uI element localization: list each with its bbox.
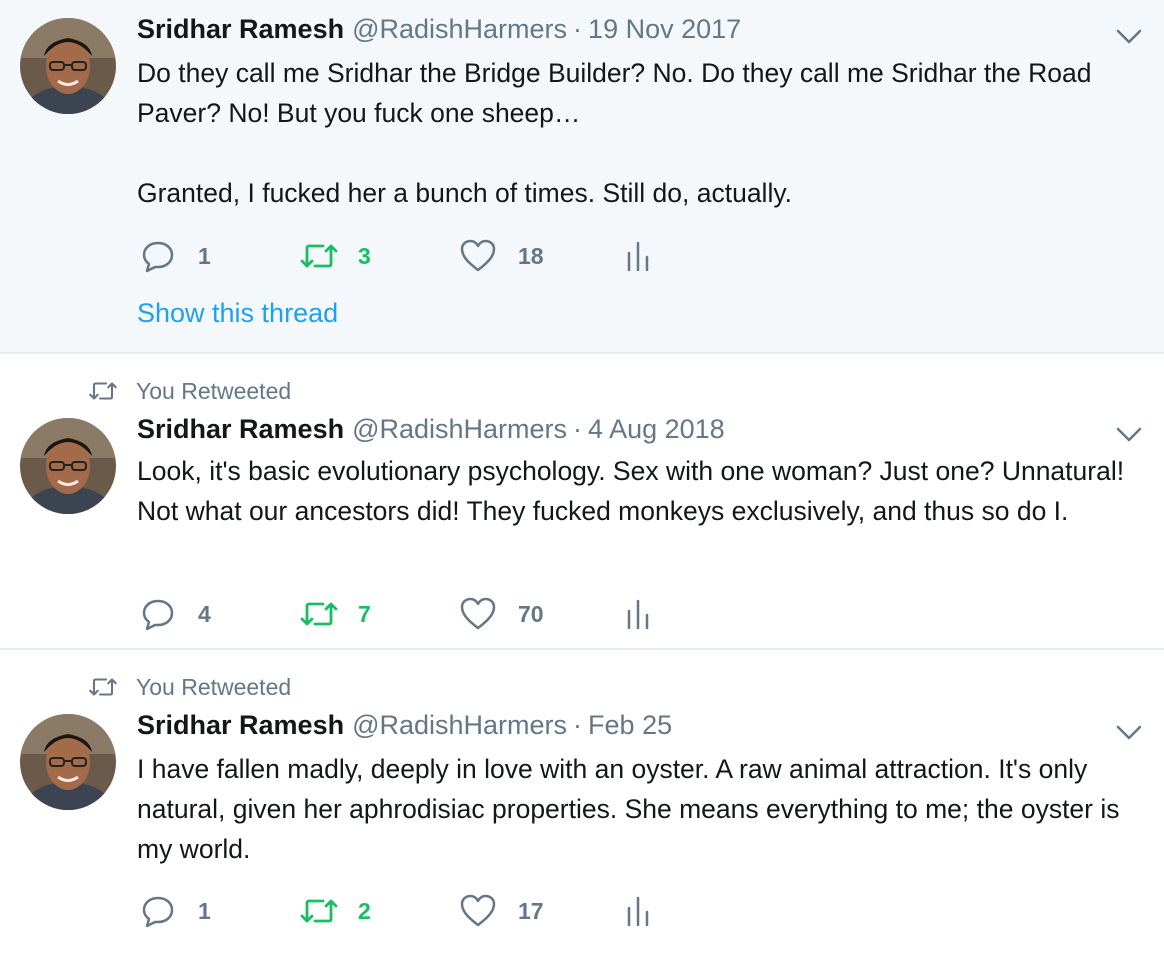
avatar[interactable] [20,18,116,114]
analytics-button[interactable] [626,236,672,276]
author-name[interactable]: Sridhar Ramesh [137,14,344,45]
analytics-icon [627,241,649,271]
analytics-icon [627,896,649,926]
like-count: 17 [518,897,544,924]
avatar[interactable] [20,418,116,514]
tweet[interactable]: You Retweeted Sridhar Ramesh @RadishHarm… [0,356,1164,650]
chevron-down-icon[interactable] [1116,725,1142,741]
retweet-count: 7 [358,600,371,627]
tweet-date[interactable]: 4 Aug 2018 [588,414,725,445]
retweet-context-label: You Retweeted [136,673,292,700]
retweet-context: You Retweeted [88,376,291,406]
retweet-icon [88,379,118,403]
analytics-icon [627,599,649,629]
retweet-count: 3 [358,242,371,269]
reply-count: 1 [198,242,211,269]
separator: · [573,414,583,444]
tweet-header: Sridhar Ramesh @RadishHarmers · Feb 25 [137,710,672,744]
tweet-text: I have fallen madly, deeply in love with… [137,754,1120,864]
like-count: 18 [518,242,544,269]
like-button[interactable]: 17 [460,891,544,931]
retweet-context-label: You Retweeted [136,377,292,404]
retweet-icon [300,602,338,626]
tweet-text: Look, it's basic evolutionary psychology… [137,456,1125,526]
tweet-date[interactable]: 19 Nov 2017 [588,14,741,45]
author-handle[interactable]: @RadishHarmers [352,710,567,741]
separator: · [573,710,583,740]
tweet-header: Sridhar Ramesh @RadishHarmers · 19 Nov 2… [137,14,741,48]
chevron-down-icon[interactable] [1116,427,1142,443]
chevron-down-icon[interactable] [1116,29,1142,45]
retweet-icon [300,899,338,923]
reply-icon [142,896,174,928]
tweet[interactable]: Sridhar Ramesh @RadishHarmers · 19 Nov 2… [0,0,1164,354]
separator: · [573,14,583,44]
reply-icon [142,599,174,631]
retweet-icon [300,244,338,268]
retweet-icon [88,675,118,699]
analytics-button[interactable] [626,891,672,931]
tweet-header: Sridhar Ramesh @RadishHarmers · 4 Aug 20… [137,414,725,448]
heart-icon [460,597,496,630]
retweet-count: 2 [358,897,371,924]
reply-button[interactable]: 1 [140,891,211,931]
reply-count: 1 [198,897,211,924]
author-name[interactable]: Sridhar Ramesh [137,710,344,741]
tweet[interactable]: You Retweeted Sridhar Ramesh @RadishHarm… [0,652,1164,954]
like-button[interactable]: 70 [460,594,544,634]
like-button[interactable]: 18 [460,236,544,276]
timeline: Sridhar Ramesh @RadishHarmers · 19 Nov 2… [0,0,1164,954]
show-thread-link[interactable]: Show this thread [137,298,338,329]
retweet-button[interactable]: 2 [300,891,371,931]
author-name[interactable]: Sridhar Ramesh [137,414,344,445]
reply-count: 4 [198,600,211,627]
retweet-context: You Retweeted [88,672,291,702]
retweet-button[interactable]: 3 [300,236,371,276]
author-handle[interactable]: @RadishHarmers [352,14,567,45]
heart-icon [460,894,496,927]
analytics-button[interactable] [626,594,672,634]
reply-button[interactable]: 4 [140,594,211,634]
retweet-button[interactable]: 7 [300,594,371,634]
tweet-actions: 4 7 70 [140,594,680,634]
avatar[interactable] [20,714,116,810]
tweet-actions: 1 2 17 [140,891,680,931]
like-count: 70 [518,600,544,627]
heart-icon [460,239,496,272]
tweet-date[interactable]: Feb 25 [588,710,672,741]
author-handle[interactable]: @RadishHarmers [352,414,567,445]
reply-icon [142,241,174,273]
reply-button[interactable]: 1 [140,236,211,276]
tweet-text: Do they call me Sridhar the Bridge Build… [137,58,1092,208]
tweet-actions: 1 3 18 [140,236,680,276]
